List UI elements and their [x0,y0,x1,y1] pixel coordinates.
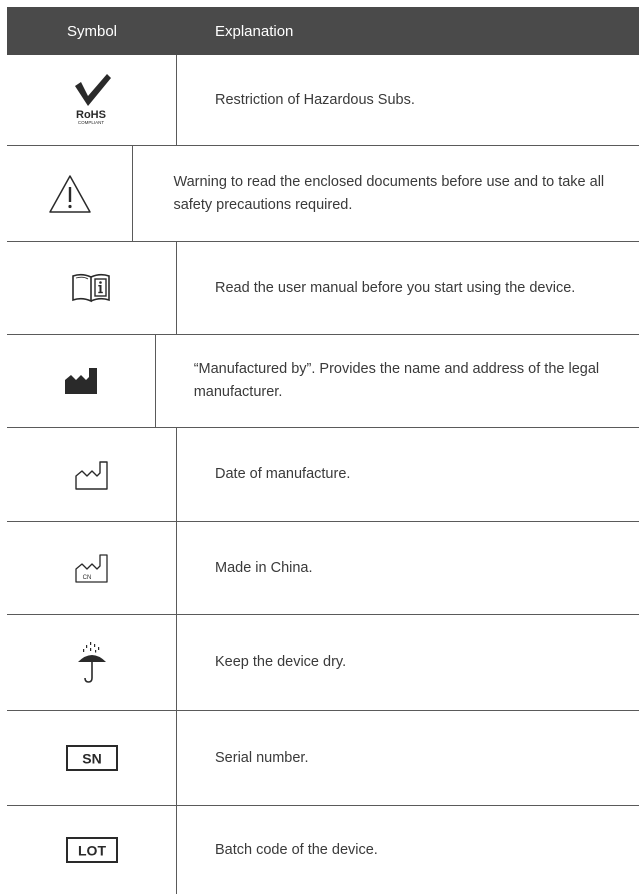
symbol-cell: CN [7,522,177,614]
batch-code-icon: LOT [65,837,118,863]
table-row: LOT Batch code of the device. [7,806,639,894]
svg-text:COMPLIANT: COMPLIANT [77,120,104,125]
symbol-cell [7,242,177,334]
warning-triangle-icon [48,174,91,213]
read-manual-icon [71,273,110,303]
symbol-cell [7,335,156,427]
explanation-cell: Made in China. [215,559,313,576]
symbol-cell: SN [7,711,177,805]
explanation-cell: Batch code of the device. [215,841,378,858]
header-explanation: Explanation [215,22,294,40]
table-row: Date of manufacture. [7,428,639,522]
date-of-manufacture-icon [74,460,108,490]
serial-number-icon: SN [65,745,118,771]
symbol-cell: RoHS COMPLIANT [7,55,177,145]
table-row: Read the user manual before you start us… [7,242,639,335]
table-row: “Manufactured by”. Provides the name and… [7,335,639,428]
explanation-cell: Serial number. [215,749,309,766]
manufacturer-icon [64,368,97,394]
symbol-cell: LOT [7,806,177,894]
explanation-cell: Keep the device dry. [215,654,347,670]
header-symbol: Symbol [66,22,118,40]
symbol-cell [7,146,134,241]
symbol-cell [7,615,177,710]
table-row: SN Serial number. [7,711,639,806]
keep-dry-icon [77,641,106,683]
symbols-table: Symbol Explanation RoHS COMPLIANT Restri… [7,7,639,894]
symbol-cell [7,428,177,521]
table-row: Keep the device dry. [7,615,639,711]
svg-text:SN: SN [82,751,101,767]
svg-text:CN: CN [82,575,91,581]
explanation-cell: Read the user manual before you start us… [215,279,576,296]
explanation-cell: Restriction of Hazardous Subs. [215,91,415,108]
table-row: CN Made in China. [7,522,639,615]
table-row: RoHS COMPLIANT Restriction of Hazardous … [7,55,639,146]
country-of-manufacture-icon: CN [74,554,108,583]
explanation-cell: Warning to read the enclosed documents b… [173,173,605,213]
svg-text:LOT: LOT [78,843,106,859]
table-row: Warning to read the enclosed documents b… [7,146,639,242]
explanation-cell: Date of manufacture. [215,466,351,482]
table-header: Symbol Explanation [7,7,639,55]
explanation-cell: “Manufactured by”. Provides the name and… [193,361,600,400]
rohs-compliant-icon: RoHS COMPLIANT [74,74,111,125]
